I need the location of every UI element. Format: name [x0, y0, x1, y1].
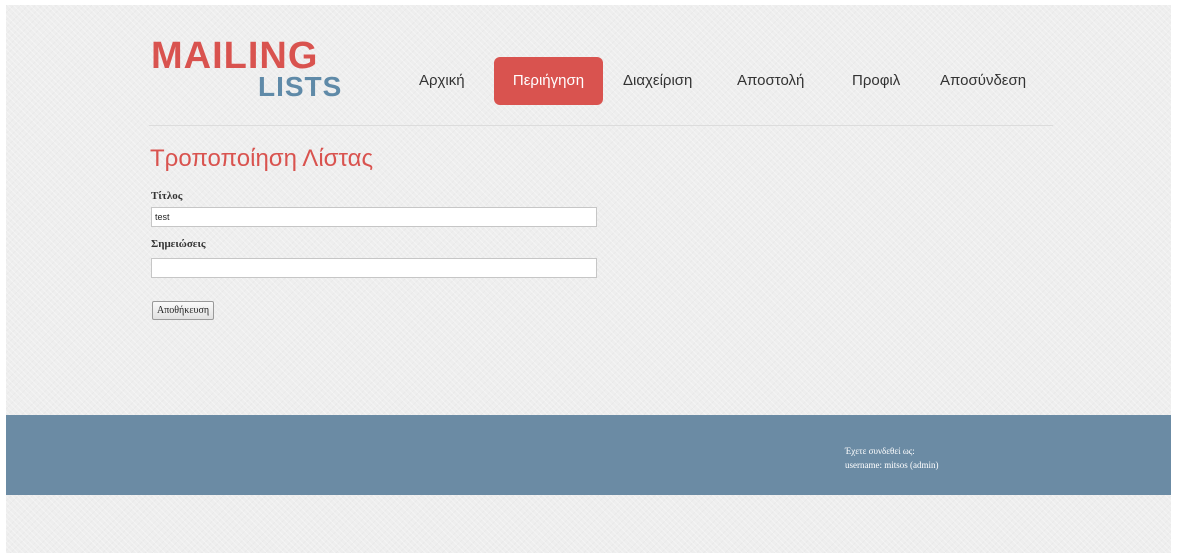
- save-button[interactable]: Αποθήκευση: [152, 301, 215, 320]
- notes-field-label: Σημειώσεις: [151, 238, 206, 250]
- nav-item-profile[interactable]: Προφιλ: [852, 57, 900, 105]
- page-title: Τροποποίηση Λίστας: [150, 145, 374, 172]
- nav-item-browse[interactable]: Περιήγηση: [494, 57, 603, 105]
- header-divider: [149, 125, 1053, 126]
- footer-username: username: mitsos (admin): [845, 460, 939, 470]
- nav-item-home[interactable]: Αρχική: [419, 57, 465, 105]
- title-field-label: Τίτλος: [151, 190, 183, 202]
- footer-login-label: Έχετε συνδεθεί ως:: [845, 446, 915, 456]
- notes-input[interactable]: [151, 258, 597, 278]
- footer: [6, 415, 1171, 495]
- nav-item-send[interactable]: Αποστολή: [737, 57, 804, 105]
- nav-item-manage[interactable]: Διαχείριση: [623, 57, 692, 105]
- footer-login-status: Έχετε συνδεθεί ως: username: mitsos (adm…: [845, 444, 938, 472]
- title-input[interactable]: [151, 207, 597, 227]
- nav-item-logout[interactable]: Αποσύνδεση: [940, 57, 1026, 105]
- main-nav: Αρχική Περιήγηση Διαχείριση Αποστολή Προ…: [0, 57, 1177, 105]
